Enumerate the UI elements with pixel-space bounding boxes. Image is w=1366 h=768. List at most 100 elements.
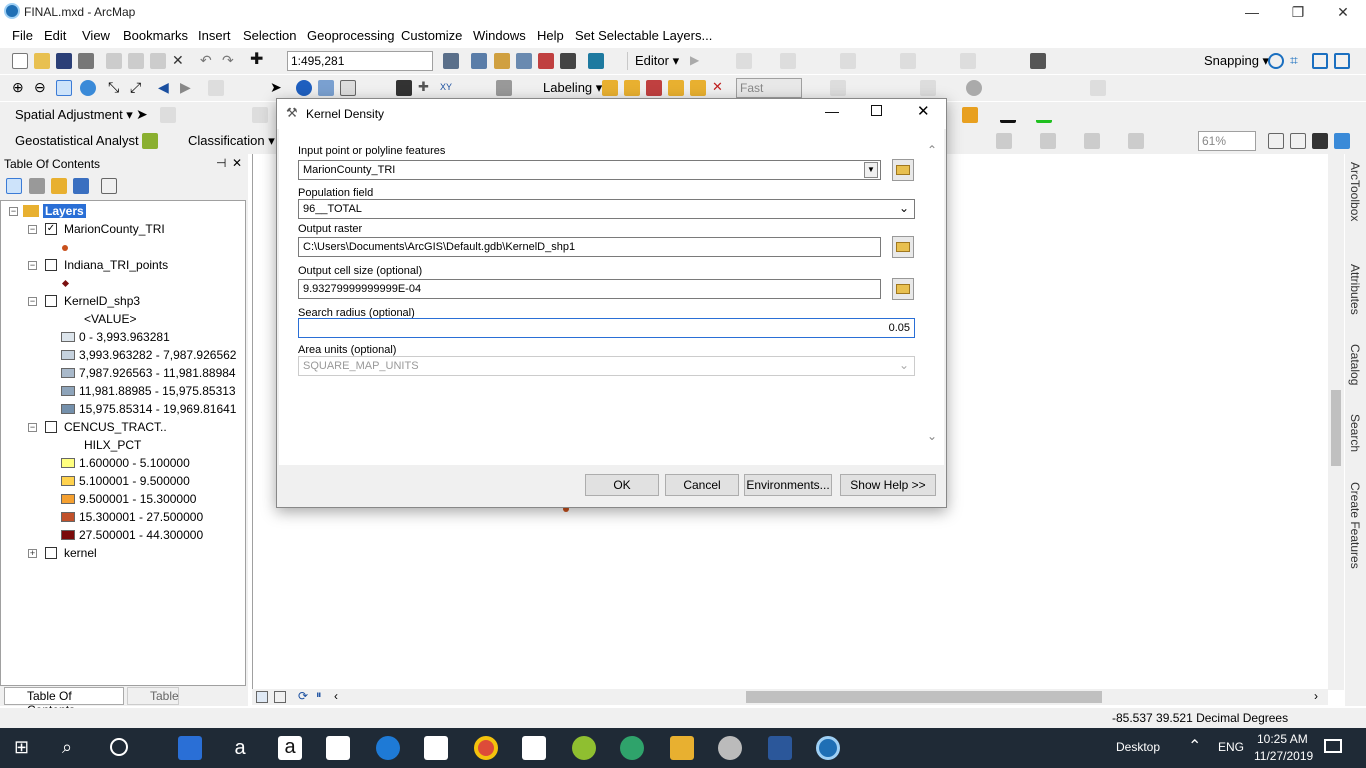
tab-table[interactable]: Table xyxy=(127,687,179,705)
close-button[interactable]: ✕ xyxy=(1320,0,1366,24)
environments-button[interactable]: Environments... xyxy=(744,474,832,496)
layout-full-page-icon[interactable] xyxy=(1084,133,1100,149)
fill-color-icon[interactable] xyxy=(962,107,978,123)
arctoolbox-icon[interactable] xyxy=(538,53,554,69)
geostatistical-analyst-menu[interactable]: Geostatistical Analyst ▾ xyxy=(15,133,149,149)
search-radius-input[interactable]: 0.05 xyxy=(298,318,915,338)
layout-globe-icon[interactable] xyxy=(1334,133,1350,149)
redo-icon[interactable]: ↷ xyxy=(222,53,238,69)
expand-kernel-icon[interactable]: + xyxy=(28,549,37,558)
hammer-icon[interactable] xyxy=(1030,53,1046,69)
search-icon[interactable]: ⌕ xyxy=(62,737,72,758)
scroll-left-icon[interactable]: ‹ xyxy=(334,689,338,703)
measure-icon[interactable]: ✚ xyxy=(418,80,434,96)
full-extent-icon[interactable] xyxy=(80,80,96,96)
menu-selection[interactable]: Selection xyxy=(243,28,296,43)
copy-icon[interactable] xyxy=(128,53,144,69)
scroll-up-icon[interactable]: ⌃ xyxy=(927,143,937,157)
minimize-button[interactable]: — xyxy=(1229,0,1275,24)
toc-window-icon[interactable] xyxy=(471,53,487,69)
population-field-select[interactable]: 96__TOTAL xyxy=(298,199,915,219)
ok-button[interactable]: OK xyxy=(585,474,659,496)
map-vertical-scrollbar[interactable] xyxy=(1328,154,1344,690)
add-data-icon[interactable]: ✚ xyxy=(250,52,266,69)
map-horizontal-scrollbar[interactable]: ⟳ ⏸ ‹ › xyxy=(252,689,1328,705)
create-viewer-icon[interactable] xyxy=(496,80,512,96)
layers-root[interactable]: Layers xyxy=(43,204,86,218)
attributes-tab[interactable]: Attributes xyxy=(1348,264,1362,315)
list-by-drawing-order-icon[interactable] xyxy=(6,178,22,194)
modelbuilder-icon[interactable] xyxy=(588,53,604,69)
kernel-shp3-checkbox[interactable] xyxy=(45,295,57,307)
layout-view-icon[interactable] xyxy=(274,691,286,703)
indiana-checkbox[interactable] xyxy=(45,259,57,271)
tab-table-of-contents[interactable]: Table Of Contents xyxy=(4,687,124,717)
windows-start-icon[interactable]: ⊞ xyxy=(14,738,29,756)
cut-icon[interactable] xyxy=(106,53,122,69)
editor-toolbar-icon[interactable] xyxy=(443,53,459,69)
layer-marioncounty-tri[interactable]: MarionCounty_TRI xyxy=(64,222,165,236)
hyperlink-icon[interactable] xyxy=(318,80,334,96)
cell-size-input[interactable]: 9.93279999999999E-04 xyxy=(298,279,881,299)
word-icon[interactable] xyxy=(768,736,792,760)
edge-icon[interactable] xyxy=(376,736,400,760)
browse-output-button[interactable] xyxy=(892,236,914,258)
end-snapping-icon[interactable]: ⌗ xyxy=(1290,53,1306,69)
layout-back-icon[interactable] xyxy=(1128,133,1144,149)
forward-extent-icon[interactable]: ▶ xyxy=(180,80,196,96)
scroll-down-icon[interactable]: ⌄ xyxy=(927,429,937,443)
editor-menu[interactable]: Editor ▾ xyxy=(635,53,679,69)
vertical-scroll-thumb[interactable] xyxy=(1331,390,1341,466)
cortana-icon[interactable] xyxy=(110,738,128,756)
catalog-tab[interactable]: Catalog xyxy=(1348,344,1362,385)
spatial-adjustment-menu[interactable]: Spatial Adjustment ▾ xyxy=(15,107,133,123)
clock-date[interactable]: 11/27/2019 xyxy=(1254,749,1313,763)
arcglobe-icon[interactable] xyxy=(718,736,742,760)
fixed-zoom-out-icon[interactable]: ⤢ xyxy=(130,80,146,96)
vertex-snapping-icon[interactable] xyxy=(1312,53,1328,69)
lock-labels-icon[interactable] xyxy=(668,80,684,96)
list-by-source-icon[interactable] xyxy=(29,178,45,194)
arcmap-taskbar-icon[interactable] xyxy=(816,736,840,760)
cancel-button[interactable]: Cancel xyxy=(665,474,739,496)
clock-time[interactable]: 10:25 AM xyxy=(1257,732,1308,746)
data-view-icon[interactable] xyxy=(256,691,268,703)
layout-pan-icon[interactable] xyxy=(1040,133,1056,149)
layout-zoom-combo[interactable]: 61% xyxy=(1198,131,1256,151)
dropbox-icon[interactable] xyxy=(522,736,546,760)
output-raster-input[interactable]: C:\Users\Documents\ArcGIS\Default.gdb\Ke… xyxy=(298,237,881,257)
pause-drawing-icon[interactable]: ⏸ xyxy=(316,689,322,702)
go-to-xy-icon[interactable]: XY xyxy=(440,80,456,96)
menu-windows[interactable]: Windows xyxy=(473,28,526,43)
scroll-right-icon[interactable]: › xyxy=(1314,689,1318,703)
toc-close-icon[interactable]: ✕ xyxy=(232,156,242,170)
dialog-minimize-button[interactable]: — xyxy=(825,103,839,119)
menu-geoprocessing[interactable]: Geoprocessing xyxy=(307,28,394,43)
line-color-icon[interactable] xyxy=(1000,107,1016,123)
python-icon[interactable] xyxy=(560,53,576,69)
pause-labeling-icon[interactable] xyxy=(690,80,706,96)
layer-indiana-tri-points[interactable]: Indiana_TRI_points xyxy=(64,258,168,272)
horizontal-scroll-thumb[interactable] xyxy=(746,691,1102,703)
store-icon[interactable] xyxy=(424,736,448,760)
layer-kerneld-shp3[interactable]: KernelD_shp3 xyxy=(64,294,140,308)
maximize-button[interactable]: ❐ xyxy=(1275,0,1321,24)
pin-icon[interactable]: ⊣ xyxy=(216,156,226,170)
paste-icon[interactable] xyxy=(150,53,166,69)
menu-help[interactable]: Help xyxy=(537,28,564,43)
new-icon[interactable] xyxy=(12,53,28,69)
find-icon[interactable] xyxy=(396,80,412,96)
kernel-checkbox[interactable] xyxy=(45,547,57,559)
geostat-wizard-icon[interactable] xyxy=(142,133,158,149)
list-by-visibility-icon[interactable] xyxy=(51,178,67,194)
label-priority-icon[interactable] xyxy=(624,80,640,96)
change-layout-icon[interactable] xyxy=(1290,133,1306,149)
refresh-icon[interactable]: ⟳ xyxy=(298,689,308,703)
classification-menu[interactable]: Classification ▾ xyxy=(188,133,275,149)
search-tab[interactable]: Search xyxy=(1348,414,1362,452)
dialog-close-button[interactable]: ✕ xyxy=(917,102,930,120)
list-by-selection-icon[interactable] xyxy=(73,178,89,194)
amazon-icon[interactable]: a xyxy=(228,736,252,760)
menu-customize[interactable]: Customize xyxy=(401,28,462,43)
label-manager-icon[interactable] xyxy=(602,80,618,96)
